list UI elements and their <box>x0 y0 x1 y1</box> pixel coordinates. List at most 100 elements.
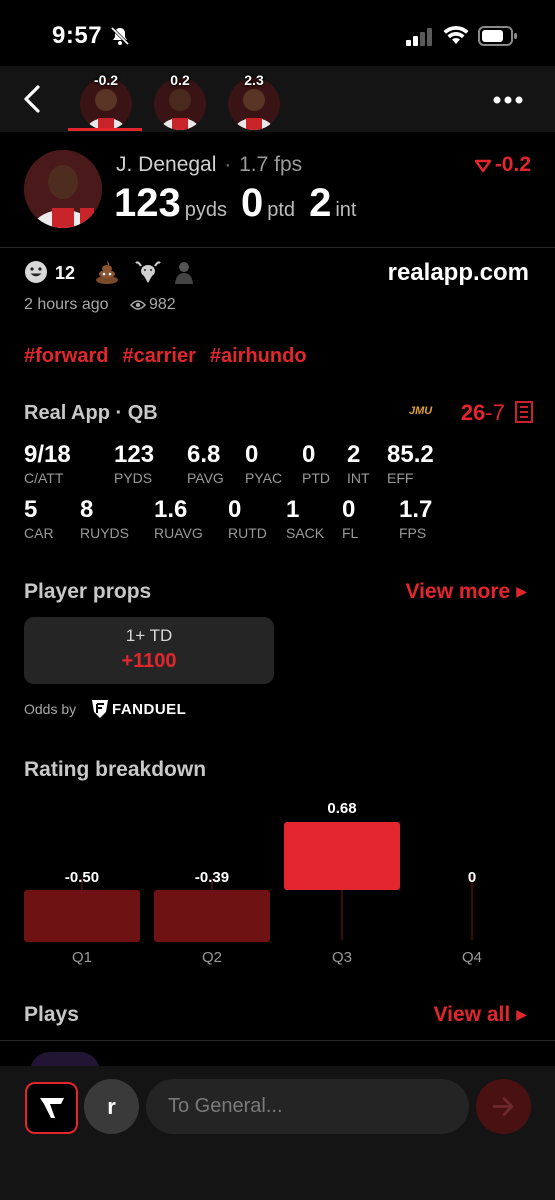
rating-bar <box>284 822 400 890</box>
player-tab-delta: 2.3 <box>244 72 264 88</box>
stat-label: RUAVG <box>154 525 203 541</box>
bar-value-label: -0.50 <box>65 869 99 886</box>
stat-label: INT <box>347 470 370 486</box>
player-tab-1[interactable]: -0.2 <box>80 72 132 132</box>
hashtag[interactable]: #airhundo <box>210 345 307 367</box>
player-avatar-large[interactable] <box>24 150 102 228</box>
bar-value-label: 0 <box>468 869 476 886</box>
props-title: Player props <box>24 580 152 603</box>
fanduel-shield-icon <box>92 700 108 718</box>
odds-by-label: Odds by <box>24 701 77 717</box>
wifi-icon <box>443 25 469 44</box>
app-logo-button[interactable] <box>25 1082 78 1134</box>
poop-icon[interactable] <box>94 260 120 284</box>
game-title: Real App · QB <box>24 402 158 424</box>
plays-title: Plays <box>24 1003 79 1026</box>
stat-label: PYAC <box>245 470 283 486</box>
more-options-icon[interactable] <box>493 96 523 104</box>
odds-provider: FANDUEL <box>112 701 187 718</box>
divider <box>0 1040 555 1041</box>
user-avatar-button[interactable]: r <box>84 1079 139 1134</box>
headline-stat-unit: ptd <box>267 199 296 221</box>
bar-category-label: Q2 <box>202 949 222 966</box>
goat-icon[interactable] <box>135 260 161 284</box>
stat-label: RUTD <box>228 525 267 541</box>
game-score[interactable]: 26-7 <box>461 400 533 426</box>
player-delta-value: -0.2 <box>494 153 531 176</box>
stat-label: CAR <box>24 525 54 541</box>
stat-label: EFF <box>387 470 414 486</box>
bar-category-label: Q4 <box>462 949 482 966</box>
divider <box>0 247 555 248</box>
stat-cell: 1 SACK <box>286 497 325 542</box>
stat-cell: 85.2 EFF <box>387 441 434 487</box>
bell-slash-icon <box>110 26 130 46</box>
stat-cell: 0 RUTD <box>228 496 267 542</box>
player-tab-delta: -0.2 <box>93 72 119 88</box>
stat-value: 5 <box>24 496 38 523</box>
bar-category-label: Q1 <box>72 949 92 966</box>
stat-value: 6.8 <box>187 441 221 468</box>
stat-cell: 0 PTD <box>302 441 330 487</box>
stat-label: FPS <box>399 525 427 541</box>
bar-category-label: Q3 <box>332 949 352 966</box>
stat-label: C/ATT <box>24 470 64 486</box>
hashtag[interactable]: #carrier <box>122 345 195 367</box>
hashtag-list: #forward #carrier #airhundo <box>24 345 321 368</box>
hashtag[interactable]: #forward <box>24 345 108 367</box>
signal-icon <box>406 28 432 46</box>
headline-stat-value: 0 <box>241 181 264 225</box>
stat-label: SACK <box>286 525 325 541</box>
prop-card[interactable]: 1+ TD +1100 <box>24 617 274 684</box>
bar-value-label: 0.68 <box>327 800 356 817</box>
stat-cell: 0 PYAC <box>245 442 283 487</box>
stat-value: 123 <box>114 441 155 468</box>
stat-value: 0 <box>228 496 242 523</box>
reaction-count: 12 <box>55 263 76 283</box>
player-headline-stats: 123 pyds 0 ptd 2 int <box>114 181 370 226</box>
stat-value: 0 <box>302 441 316 468</box>
source-site[interactable]: realapp.com <box>388 259 529 287</box>
view-more-label: View more <box>405 580 511 603</box>
message-input[interactable] <box>146 1079 469 1134</box>
stat-value: 2 <box>347 441 361 468</box>
score-away: 7 <box>492 400 505 425</box>
eye-icon <box>130 300 146 310</box>
stat-label: FL <box>342 525 359 541</box>
person-icon[interactable] <box>172 260 196 284</box>
stat-value: 9/18 <box>24 441 71 468</box>
player-tab-3[interactable]: 2.3 <box>228 72 280 132</box>
prop-odds: +1100 <box>121 650 177 672</box>
stat-label: PYDS <box>114 470 153 486</box>
smile-icon[interactable] <box>24 260 48 284</box>
rating-bar <box>24 890 140 942</box>
stat-value: 85.2 <box>387 441 434 468</box>
player-tab-2[interactable]: 0.2 <box>154 72 206 132</box>
player-name[interactable]: J. Denegal <box>116 153 216 176</box>
top-nav: -0.2 0.2 2.3 <box>0 66 555 132</box>
rating-bar-chart: -0.50 Q1 -0.39 Q2 0.68 Q3 0 Q4 <box>24 800 482 966</box>
caret-right-icon: ▶ <box>516 1006 527 1022</box>
headline-stat-unit: pyds <box>184 199 227 221</box>
headline-stat-unit: int <box>335 199 357 221</box>
stat-cell: 9/18 C/ATT <box>24 441 71 487</box>
view-more-link[interactable]: View more ▶ <box>406 580 527 604</box>
view-count: 982 <box>130 296 176 314</box>
view-count-value: 982 <box>149 296 176 313</box>
stat-value: 1.7 <box>399 496 433 523</box>
stat-cell: 1.6 RUAVG <box>154 497 203 542</box>
stat-cell: 0 FL <box>342 496 359 542</box>
player-fps: 1.7 fps <box>239 153 303 176</box>
team-logo-icon <box>515 401 533 423</box>
send-arrow-icon <box>492 1097 514 1116</box>
view-all-link[interactable]: View all ▶ <box>434 1003 527 1027</box>
battery-icon <box>478 26 517 46</box>
stat-label: PAVG <box>187 470 224 486</box>
team-logo-jmu: JMU <box>409 405 433 417</box>
post-time: 2 hours ago <box>24 296 109 313</box>
app-logo-icon <box>40 1098 64 1118</box>
send-button[interactable] <box>476 1079 531 1134</box>
headline-stat-value: 123 <box>114 181 181 225</box>
stat-value: 0 <box>342 496 356 523</box>
back-chevron-icon[interactable] <box>22 84 42 114</box>
